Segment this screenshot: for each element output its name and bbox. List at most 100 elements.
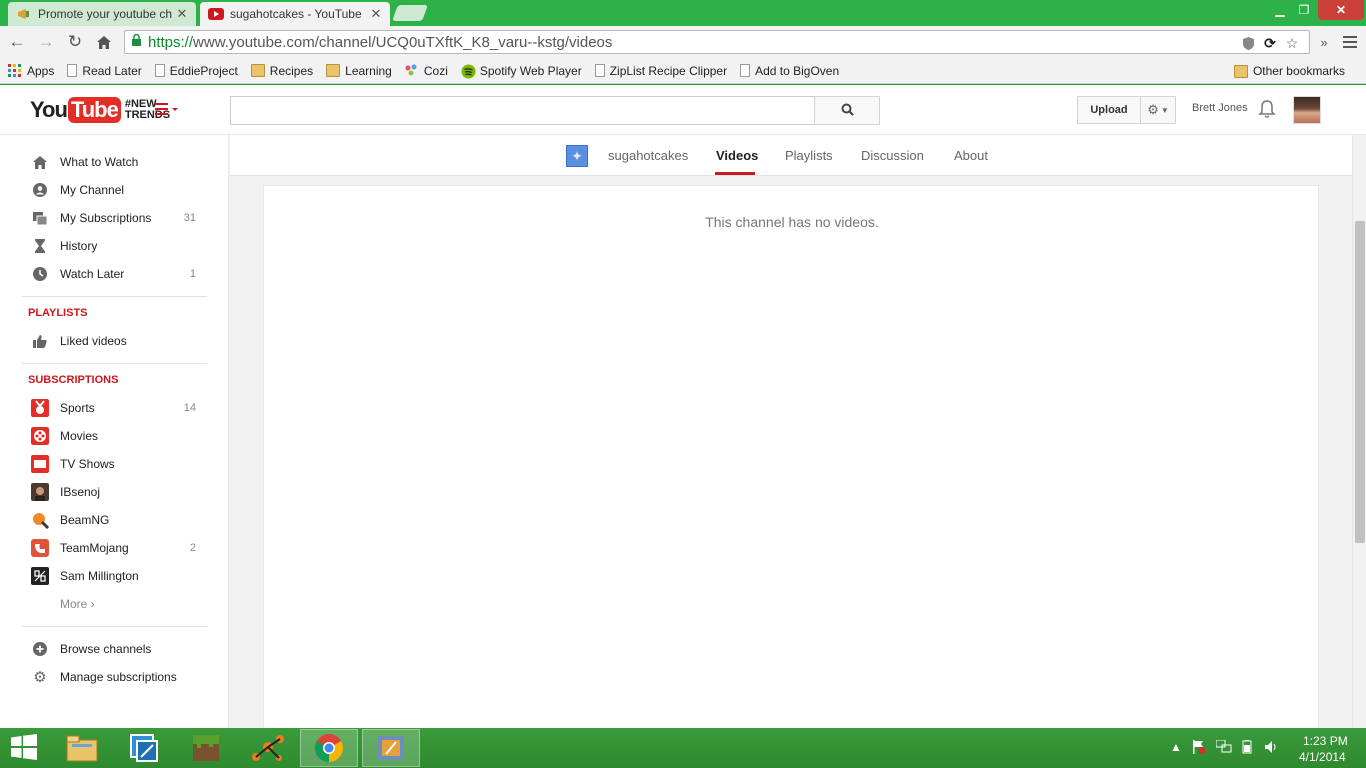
remote-desktop-icon[interactable]: [116, 729, 172, 767]
subscription-tv-shows[interactable]: TV Shows: [0, 450, 229, 478]
person-icon: [31, 182, 49, 198]
channel-nav: ✦ sugahotcakes Videos Playlists Discussi…: [230, 135, 1366, 176]
chrome-icon[interactable]: [300, 729, 358, 767]
shield-icon[interactable]: [1239, 34, 1257, 52]
sync-icon[interactable]: ⟳: [1261, 34, 1279, 52]
close-tab-icon[interactable]: ✕: [176, 6, 188, 22]
guide-item-my-channel[interactable]: My Channel: [0, 176, 229, 204]
guide-item-watch-later[interactable]: Watch Later 1: [0, 260, 229, 288]
bookmark-bigoven[interactable]: Add to BigOven: [740, 64, 839, 78]
guide-item-liked-videos[interactable]: Liked videos: [0, 327, 229, 355]
guide-item-browse-channels[interactable]: Browse channels: [0, 635, 229, 663]
home-icon: [31, 154, 49, 170]
apps-grid-icon: [8, 64, 22, 77]
url-text: www.youtube.com/channel/UCQ0uTXftK_K8_va…: [193, 33, 613, 51]
tab-playlists[interactable]: Playlists: [785, 148, 833, 163]
restore-icon[interactable]: ❐: [1294, 0, 1314, 20]
subscription-label: Sports: [60, 401, 95, 415]
bookmark-star-icon[interactable]: ☆: [1283, 34, 1301, 52]
bookmark-ziplist[interactable]: ZipList Recipe Clipper: [594, 64, 727, 78]
back-icon[interactable]: ←: [7, 32, 27, 52]
home-button-icon[interactable]: [94, 32, 114, 52]
bookmark-eddieproject[interactable]: EddieProject: [154, 64, 238, 78]
channel-thumbnail[interactable]: ✦: [566, 145, 588, 167]
subscriptions-icon: [31, 210, 49, 226]
address-bar[interactable]: https://www.youtube.com/channel/UCQ0uTXf…: [124, 30, 1310, 54]
guide-item-my-subscriptions[interactable]: My Subscriptions 31: [0, 204, 229, 232]
minimize-icon[interactable]: ▁: [1270, 0, 1290, 20]
volume-icon[interactable]: [1264, 740, 1278, 757]
hourglass-icon: [31, 238, 49, 254]
browser-tab-youtube[interactable]: sugahotcakes - YouTube ✕: [200, 2, 390, 26]
subscriptions-heading: SUBSCRIPTIONS: [28, 374, 119, 386]
tab-about[interactable]: About: [954, 148, 988, 163]
gear-icon: ⚙: [33, 669, 47, 686]
url-scheme: https://: [148, 33, 194, 51]
subscription-label: IBsenoj: [60, 485, 101, 499]
minecraft-icon[interactable]: [178, 729, 234, 767]
page-scrollbar[interactable]: [1352, 135, 1366, 728]
upload-button[interactable]: Upload: [1077, 96, 1141, 124]
bookmark-cozi[interactable]: Cozi: [405, 64, 448, 78]
forward-icon[interactable]: →: [36, 32, 56, 52]
youtube-logo[interactable]: You Tube #NEW TRENDS: [30, 97, 170, 123]
guide-menu-button[interactable]: [155, 102, 179, 120]
channel-name-link[interactable]: sugahotcakes: [608, 148, 688, 163]
sports-channel-icon: [31, 399, 49, 417]
browser-tab-strip: Promote your youtube ch ✕ sugahotcakes -…: [0, 0, 1366, 26]
guide-more-link[interactable]: More ›: [0, 590, 229, 618]
new-tab-button[interactable]: [392, 5, 428, 21]
clock-time[interactable]: 1:23 PM: [1303, 734, 1348, 748]
network-icon[interactable]: [1215, 739, 1232, 757]
subscription-sam-millington[interactable]: Sam Millington: [0, 562, 229, 590]
guide-item-manage-subscriptions[interactable]: ⚙ Manage subscriptions: [0, 663, 229, 691]
tv-icon: [31, 455, 49, 473]
tab-videos[interactable]: Videos: [716, 148, 758, 163]
bookmark-learning[interactable]: Learning: [326, 64, 392, 78]
subscription-count: 2: [189, 542, 196, 554]
subscription-teammojang[interactable]: TeamMojang 2: [0, 534, 229, 562]
notification-bell-icon[interactable]: [1258, 99, 1276, 122]
start-button[interactable]: [0, 729, 48, 767]
subscription-ibsenoj[interactable]: IBsenoj: [0, 478, 229, 506]
reload-icon[interactable]: ↻: [65, 32, 85, 52]
subscription-beamng[interactable]: BeamNG: [0, 506, 229, 534]
tab-discussion[interactable]: Discussion: [861, 148, 924, 163]
spotify-icon: [461, 64, 476, 79]
guide-item-history[interactable]: History: [0, 232, 229, 260]
bookmark-label: Cozi: [423, 63, 448, 78]
avatar[interactable]: [1293, 96, 1321, 124]
subscription-movies[interactable]: Movies: [0, 422, 229, 450]
file-explorer-icon[interactable]: [54, 729, 110, 767]
guide-item-label: Watch Later: [60, 267, 125, 281]
bookmark-label: Read Later: [82, 63, 142, 78]
folder-icon: [1233, 64, 1248, 78]
other-bookmarks[interactable]: Other bookmarks: [1233, 64, 1345, 78]
settings-dropdown-button[interactable]: ⚙ ▼: [1140, 96, 1176, 124]
bookmark-label: Spotify Web Player: [479, 63, 582, 78]
media-app-icon[interactable]: [362, 729, 420, 767]
search-input[interactable]: [230, 96, 815, 125]
guide-divider: [22, 626, 207, 627]
scrollbar-thumb[interactable]: [1355, 221, 1365, 543]
logo-tube: Tube: [67, 97, 121, 123]
show-hidden-icons[interactable]: ▲: [1170, 740, 1182, 754]
clock-date[interactable]: 4/1/2014: [1299, 750, 1346, 764]
bookmark-recipes[interactable]: Recipes: [250, 64, 313, 78]
network-app-icon[interactable]: [240, 729, 296, 767]
action-center-flag-icon[interactable]: [1192, 740, 1206, 757]
account-name[interactable]: Brett Jones: [1192, 102, 1248, 114]
window-close-icon[interactable]: ✕: [1318, 0, 1364, 20]
bookmark-spotify[interactable]: Spotify Web Player: [461, 63, 582, 79]
extensions-overflow-icon[interactable]: »: [1314, 32, 1334, 52]
search-button[interactable]: [814, 96, 880, 125]
tab-title: Promote your youtube ch: [38, 7, 173, 21]
browser-tab-promote[interactable]: Promote your youtube ch ✕: [8, 2, 196, 26]
battery-icon[interactable]: [1240, 740, 1256, 757]
bookmark-apps[interactable]: Apps: [8, 64, 54, 78]
bookmark-read-later[interactable]: Read Later: [67, 63, 142, 78]
guide-item-what-to-watch[interactable]: What to Watch: [0, 148, 229, 176]
subscription-sports[interactable]: Sports 14: [0, 394, 229, 422]
close-tab-icon[interactable]: ✕: [370, 6, 382, 22]
browser-menu-icon[interactable]: [1340, 32, 1360, 52]
